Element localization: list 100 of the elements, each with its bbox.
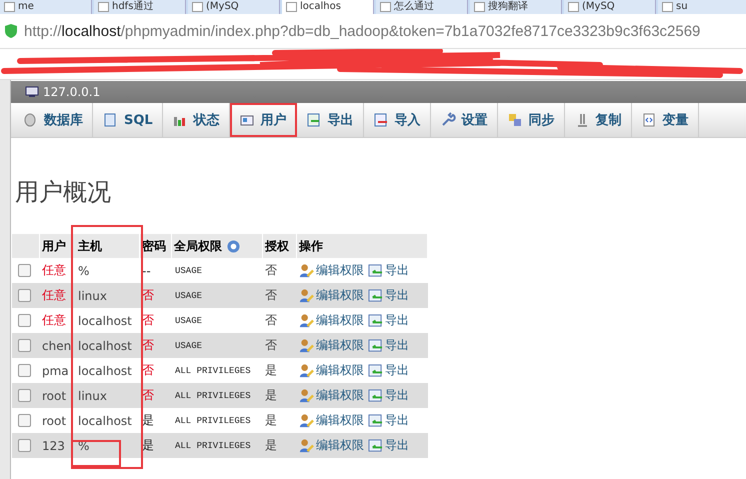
nav-tab[interactable]: 数据库	[13, 103, 93, 137]
host-name: localhost	[78, 314, 132, 328]
nav-tab[interactable]: SQL	[93, 103, 163, 137]
code-icon	[640, 112, 657, 128]
grant-status: 是	[265, 362, 277, 379]
person-pencil-icon	[299, 438, 314, 453]
row-checkbox[interactable]	[18, 439, 31, 452]
page-heading: 用户概况	[15, 177, 112, 208]
column-header: 全局权限	[172, 234, 263, 258]
person-pencil-icon	[299, 388, 314, 403]
person-pencil-icon	[299, 338, 314, 353]
database-icon	[22, 112, 38, 128]
grant-status: 是	[265, 437, 277, 454]
export-link[interactable]: 导出	[368, 262, 409, 279]
column-header: 密码	[140, 234, 172, 258]
edit-privileges-link[interactable]: 编辑权限	[299, 387, 364, 404]
export-link[interactable]: 导出	[368, 387, 409, 404]
nav-tab[interactable]: 同步	[498, 103, 565, 137]
browser-tab[interactable]: 怎么通过	[376, 0, 468, 14]
row-checkbox[interactable]	[18, 314, 31, 327]
export-icon	[368, 314, 383, 328]
host-name: localhost	[78, 414, 132, 428]
nav-tab[interactable]: 用户	[230, 103, 297, 137]
edit-privileges-link[interactable]: 编辑权限	[299, 312, 364, 329]
user-name: 任意	[42, 287, 66, 304]
edit-privileges-link[interactable]: 编辑权限	[299, 362, 364, 379]
password-status: 否	[142, 287, 154, 304]
host-name: localhost	[78, 364, 132, 378]
browser-tab[interactable]: me	[0, 0, 92, 14]
grant-status: 是	[265, 387, 277, 404]
password-status: 否	[142, 337, 154, 354]
person-pencil-icon	[299, 363, 314, 378]
nav-tab[interactable]: 导入	[364, 103, 431, 137]
password-status: 否	[142, 362, 154, 379]
export-icon	[368, 364, 383, 378]
edit-privileges-link[interactable]: 编辑权限	[299, 437, 364, 454]
import-icon	[372, 112, 389, 128]
password-status: --	[142, 264, 151, 278]
squares-icon	[506, 112, 523, 128]
grant-status: 否	[265, 337, 277, 354]
nav-tab[interactable]: 设置	[430, 103, 498, 137]
host-name: linux	[78, 388, 107, 402]
grant-status: 是	[265, 412, 277, 429]
export-icon	[368, 438, 383, 452]
edit-privileges-link[interactable]: 编辑权限	[299, 412, 364, 429]
column-header: 操作	[297, 234, 428, 258]
server-name[interactable]: 127.0.0.1	[43, 85, 100, 99]
nav-tab[interactable]: 复制	[564, 103, 632, 137]
password-status: 是	[142, 437, 154, 454]
grant-status: 否	[265, 262, 277, 279]
export-icon	[306, 112, 322, 128]
help-icon[interactable]	[227, 240, 240, 252]
grant-status: 否	[265, 312, 277, 329]
export-link[interactable]: 导出	[368, 437, 409, 454]
export-link[interactable]: 导出	[368, 312, 409, 329]
edit-privileges-link[interactable]: 编辑权限	[299, 287, 364, 304]
privileges-text: USAGE	[175, 316, 202, 326]
nav-tab[interactable]: 状态	[162, 103, 230, 137]
person-pencil-icon	[299, 413, 314, 428]
column-header: 主机	[72, 234, 140, 258]
browser-tab[interactable]: 搜狗翻译	[470, 0, 562, 14]
edit-privileges-link[interactable]: 编辑权限	[299, 262, 364, 279]
privileges-text: USAGE	[175, 340, 202, 350]
address-field[interactable]: http://localhost/phpmyadmin/index.php?db=db_hadoop&token=7b1a7032fe8717ce3323b9c3f63c2569	[24, 22, 700, 40]
row-checkbox[interactable]	[18, 264, 31, 277]
export-link[interactable]: 导出	[368, 412, 409, 429]
export-link[interactable]: 导出	[368, 287, 409, 304]
user-name: root	[42, 388, 66, 402]
nav-tab[interactable]: 导出	[296, 103, 364, 137]
user-name: root	[42, 414, 66, 428]
privileges-text: ALL PRIVILEGES	[175, 416, 251, 426]
export-icon	[368, 388, 383, 402]
nav-tab[interactable]: 变量	[632, 103, 699, 137]
row-checkbox[interactable]	[18, 364, 31, 377]
user-name: 任意	[42, 312, 66, 329]
export-link[interactable]: 导出	[368, 337, 409, 354]
browser-tab[interactable]: localhos	[282, 0, 374, 14]
user-name: 123	[42, 438, 65, 452]
person-pencil-icon	[299, 263, 314, 278]
row-checkbox[interactable]	[18, 414, 31, 427]
row-checkbox[interactable]	[18, 339, 31, 352]
browser-tab[interactable]: hdfs通过	[94, 0, 186, 14]
host-name: linux	[78, 288, 107, 302]
column-header: 授权	[263, 234, 297, 258]
export-icon	[368, 338, 383, 352]
browser-tab[interactable]: (MySQ	[564, 0, 656, 14]
person-pencil-icon	[299, 313, 314, 328]
privileges-text: USAGE	[175, 266, 202, 276]
grant-status: 否	[265, 287, 277, 304]
privileges-text: ALL PRIVILEGES	[175, 440, 251, 450]
host-name: localhost	[78, 338, 132, 352]
host-name: %	[78, 264, 90, 278]
row-checkbox[interactable]	[18, 389, 31, 402]
row-checkbox[interactable]	[18, 289, 31, 302]
export-link[interactable]: 导出	[368, 362, 409, 379]
browser-tab[interactable]: su	[658, 0, 746, 14]
edit-privileges-link[interactable]: 编辑权限	[299, 337, 364, 354]
browser-tab[interactable]: (MySQ	[188, 0, 280, 14]
password-status: 否	[142, 387, 154, 404]
monitor-icon	[25, 86, 39, 98]
